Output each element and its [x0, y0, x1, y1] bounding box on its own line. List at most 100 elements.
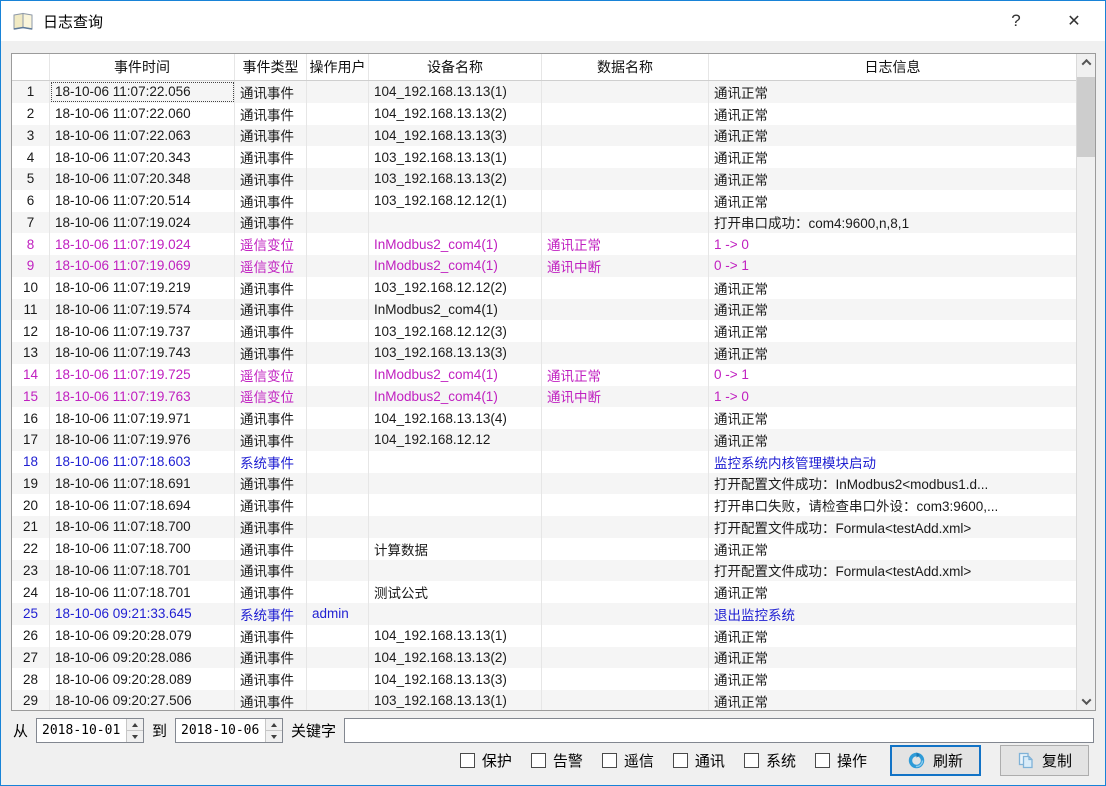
cell-log-info: 打开串口失败，请检查串口外设：com3:9600,...	[709, 494, 1076, 516]
table-row[interactable]: 4 18-10-06 11:07:20.343 通讯事件 103_192.168…	[12, 146, 1076, 168]
table-row[interactable]: 25 18-10-06 09:21:33.645 系统事件 admin 退出监控…	[12, 603, 1076, 625]
cell-event-time: 18-10-06 11:07:19.219	[50, 277, 235, 299]
filter-checkbox-2[interactable]: 遥信	[602, 750, 654, 771]
date-from-value[interactable]: 2018-10-01	[37, 719, 126, 742]
table-row[interactable]: 14 18-10-06 11:07:19.725 遥信变位 InModbus2_…	[12, 364, 1076, 386]
cell-event-time: 18-10-06 11:07:19.725	[50, 364, 235, 386]
keyword-input[interactable]	[344, 718, 1094, 743]
table-row[interactable]: 21 18-10-06 11:07:18.700 通讯事件 打开配置文件成功：F…	[12, 516, 1076, 538]
checkbox-label: 告警	[553, 750, 583, 771]
row-number: 26	[12, 625, 50, 647]
filter-checkbox-0[interactable]: 保护	[460, 750, 512, 771]
table-row[interactable]: 5 18-10-06 11:07:20.348 通讯事件 103_192.168…	[12, 168, 1076, 190]
close-button[interactable]: ✕	[1051, 1, 1097, 41]
checkbox-box[interactable]	[673, 753, 688, 768]
spin-down-button[interactable]	[266, 731, 282, 742]
filter-checkbox-4[interactable]: 系统	[744, 750, 796, 771]
table-row[interactable]: 3 18-10-06 11:07:22.063 通讯事件 104_192.168…	[12, 125, 1076, 147]
table-row[interactable]: 16 18-10-06 11:07:19.971 通讯事件 104_192.16…	[12, 407, 1076, 429]
help-button[interactable]: ?	[993, 1, 1039, 41]
table-row[interactable]: 17 18-10-06 11:07:19.976 通讯事件 104_192.16…	[12, 429, 1076, 451]
checkbox-box[interactable]	[815, 753, 830, 768]
scroll-down-button[interactable]	[1077, 693, 1095, 710]
table-row[interactable]: 26 18-10-06 09:20:28.079 通讯事件 104_192.16…	[12, 625, 1076, 647]
table-row[interactable]: 9 18-10-06 11:07:19.069 遥信变位 InModbus2_c…	[12, 255, 1076, 277]
spin-up-button[interactable]	[266, 719, 282, 731]
cell-event-time: 18-10-06 11:07:18.603	[50, 451, 235, 473]
table-row[interactable]: 22 18-10-06 11:07:18.700 通讯事件 计算数据 通讯正常	[12, 538, 1076, 560]
cell-event-time: 18-10-06 11:07:22.060	[50, 103, 235, 125]
filter-checkbox-3[interactable]: 通讯	[673, 750, 725, 771]
table-row[interactable]: 18 18-10-06 11:07:18.603 系统事件 监控系统内核管理模块…	[12, 451, 1076, 473]
cell-user	[307, 516, 369, 538]
vertical-scrollbar[interactable]	[1076, 54, 1095, 710]
col-header-device-name[interactable]: 设备名称	[369, 54, 542, 80]
col-header-event-type[interactable]: 事件类型	[235, 54, 307, 80]
chevron-up-icon	[1081, 59, 1091, 69]
cell-user	[307, 364, 369, 386]
row-number: 28	[12, 668, 50, 690]
date-from-spinbox[interactable]: 2018-10-01	[36, 718, 144, 743]
row-number: 23	[12, 560, 50, 582]
table-row[interactable]: 20 18-10-06 11:07:18.694 通讯事件 打开串口失败，请检查…	[12, 494, 1076, 516]
col-header-data-name[interactable]: 数据名称	[542, 54, 709, 80]
table-row[interactable]: 24 18-10-06 11:07:18.701 通讯事件 测试公式 通讯正常	[12, 581, 1076, 603]
table-row[interactable]: 15 18-10-06 11:07:19.763 遥信变位 InModbus2_…	[12, 386, 1076, 408]
spin-up-button[interactable]	[127, 719, 143, 731]
cell-event-time: 18-10-06 11:07:18.701	[50, 581, 235, 603]
table-row[interactable]: 8 18-10-06 11:07:19.024 遥信变位 InModbus2_c…	[12, 233, 1076, 255]
cell-log-info: 通讯正常	[709, 146, 1076, 168]
checkbox-label: 通讯	[695, 750, 725, 771]
cell-event-type: 通讯事件	[235, 277, 307, 299]
table-row[interactable]: 28 18-10-06 09:20:28.089 通讯事件 104_192.16…	[12, 668, 1076, 690]
table-row[interactable]: 1 18-10-06 11:07:22.056 通讯事件 104_192.168…	[12, 81, 1076, 103]
table-row[interactable]: 12 18-10-06 11:07:19.737 通讯事件 103_192.16…	[12, 320, 1076, 342]
chevron-down-icon	[1081, 695, 1091, 705]
log-table: 事件时间 事件类型 操作用户 设备名称 数据名称 日志信息 1 18-10-06…	[11, 53, 1096, 711]
cell-user	[307, 429, 369, 451]
cell-event-type: 通讯事件	[235, 407, 307, 429]
cell-event-type: 通讯事件	[235, 342, 307, 364]
scrollbar-thumb[interactable]	[1077, 77, 1095, 157]
table-row[interactable]: 13 18-10-06 11:07:19.743 通讯事件 103_192.16…	[12, 342, 1076, 364]
cell-event-time: 18-10-06 11:07:19.971	[50, 407, 235, 429]
cell-event-type: 通讯事件	[235, 125, 307, 147]
cell-user	[307, 342, 369, 364]
cell-event-time: 18-10-06 11:07:19.024	[50, 212, 235, 234]
cell-data-name	[542, 451, 709, 473]
filter-checkbox-1[interactable]: 告警	[531, 750, 583, 771]
date-to-spinbox[interactable]: 2018-10-06	[175, 718, 283, 743]
cell-device-name: 103_192.168.13.13(1)	[369, 690, 542, 710]
table-row[interactable]: 10 18-10-06 11:07:19.219 通讯事件 103_192.16…	[12, 277, 1076, 299]
table-row[interactable]: 7 18-10-06 11:07:19.024 通讯事件 打开串口成功：com4…	[12, 212, 1076, 234]
checkbox-box[interactable]	[602, 753, 617, 768]
col-header-log-info[interactable]: 日志信息	[709, 54, 1076, 80]
checkbox-box[interactable]	[744, 753, 759, 768]
checkbox-box[interactable]	[460, 753, 475, 768]
cell-device-name: InModbus2_com4(1)	[369, 233, 542, 255]
table-row[interactable]: 27 18-10-06 09:20:28.086 通讯事件 104_192.16…	[12, 647, 1076, 669]
table-row[interactable]: 19 18-10-06 11:07:18.691 通讯事件 打开配置文件成功：I…	[12, 473, 1076, 495]
table-row[interactable]: 11 18-10-06 11:07:19.574 通讯事件 InModbus2_…	[12, 299, 1076, 321]
table-row[interactable]: 2 18-10-06 11:07:22.060 通讯事件 104_192.168…	[12, 103, 1076, 125]
cell-log-info: 通讯正常	[709, 320, 1076, 342]
col-header-event-time[interactable]: 事件时间	[50, 54, 235, 80]
cell-event-time: 18-10-06 09:21:33.645	[50, 603, 235, 625]
checkbox-box[interactable]	[531, 753, 546, 768]
col-header-user[interactable]: 操作用户	[307, 54, 369, 80]
table-row[interactable]: 29 18-10-06 09:20:27.506 通讯事件 103_192.16…	[12, 690, 1076, 710]
spin-down-button[interactable]	[127, 731, 143, 742]
copy-button[interactable]: 复制	[1000, 745, 1089, 776]
filter-checkbox-5[interactable]: 操作	[815, 750, 867, 771]
cell-log-info: 通讯正常	[709, 125, 1076, 147]
refresh-button[interactable]: 刷新	[890, 745, 981, 776]
date-from-label: 从	[13, 720, 28, 741]
cell-event-time: 18-10-06 11:07:22.063	[50, 125, 235, 147]
table-row[interactable]: 6 18-10-06 11:07:20.514 通讯事件 103_192.168…	[12, 190, 1076, 212]
date-to-value[interactable]: 2018-10-06	[176, 719, 265, 742]
cell-data-name	[542, 299, 709, 321]
table-row[interactable]: 23 18-10-06 11:07:18.701 通讯事件 打开配置文件成功：F…	[12, 560, 1076, 582]
row-number: 15	[12, 386, 50, 408]
scroll-up-button[interactable]	[1077, 54, 1095, 71]
row-number: 20	[12, 494, 50, 516]
